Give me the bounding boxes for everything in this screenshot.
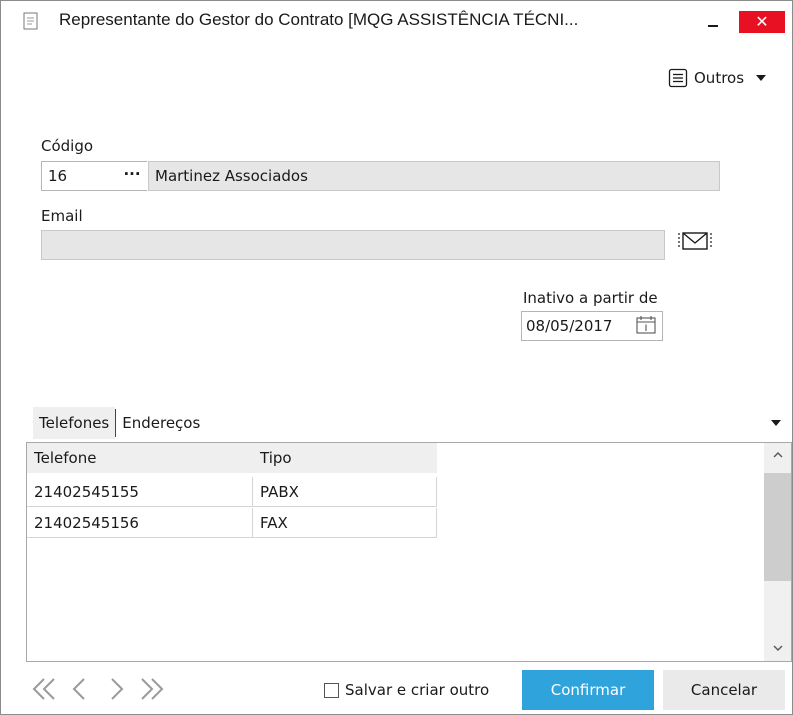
checkbox-label: Salvar e criar outro — [345, 681, 490, 699]
previous-icon[interactable] — [67, 673, 93, 705]
column-header-tipo[interactable]: Tipo — [253, 443, 437, 473]
codigo-name-field: Martinez Associados — [148, 161, 720, 191]
email-field[interactable] — [41, 230, 665, 260]
tabs-dropdown-icon[interactable] — [771, 420, 781, 426]
cancel-button[interactable]: Cancelar — [663, 670, 785, 710]
salvar-criar-outro-checkbox[interactable]: Salvar e criar outro — [324, 681, 489, 699]
scroll-thumb[interactable] — [764, 473, 791, 581]
cell-tipo[interactable]: PABX — [253, 477, 437, 507]
minimize-button[interactable] — [701, 11, 725, 33]
tab-telefones[interactable]: Telefones — [33, 407, 116, 439]
table-row[interactable]: 21402545156 FAX — [27, 508, 437, 538]
email-label: Email — [41, 207, 83, 225]
record-navigation — [31, 673, 165, 705]
codigo-label: Código — [41, 137, 94, 155]
codigo-input[interactable]: 16 — [41, 161, 119, 191]
confirm-button[interactable]: Confirmar — [522, 670, 654, 710]
column-header-telefone[interactable]: Telefone — [27, 443, 253, 473]
close-button[interactable]: ✕ — [739, 11, 785, 33]
scroll-down-icon[interactable] — [772, 642, 784, 654]
table-row[interactable]: 21402545155 PABX — [27, 477, 437, 507]
scroll-up-icon[interactable] — [772, 449, 784, 461]
minimize-icon — [708, 25, 718, 27]
vertical-scrollbar[interactable] — [764, 443, 791, 661]
title-bar: Representante do Gestor do Contrato [MQG… — [1, 1, 792, 41]
envelope-icon[interactable] — [678, 229, 712, 253]
codigo-lookup-button[interactable]: ··· — [117, 161, 147, 191]
list-icon — [668, 68, 688, 88]
tab-enderecos[interactable]: Endereços — [116, 407, 206, 439]
app-icon — [23, 12, 38, 30]
checkbox-box[interactable] — [324, 682, 339, 698]
outros-label: Outros — [694, 69, 745, 87]
grid-header: Telefone Tipo — [27, 443, 437, 473]
next-icon[interactable] — [103, 673, 129, 705]
telefones-grid: Telefone Tipo 21402545155 PABX 214025451… — [26, 442, 792, 662]
calendar-icon[interactable] — [635, 315, 657, 335]
cell-telefone[interactable]: 21402545156 — [27, 508, 253, 538]
tab-strip: Telefones Endereços — [33, 407, 206, 439]
dialog-window: Representante do Gestor do Contrato [MQG… — [0, 0, 793, 715]
first-icon[interactable] — [31, 673, 57, 705]
chevron-down-icon — [756, 75, 767, 81]
inativo-label: Inativo a partir de — [523, 289, 658, 307]
last-icon[interactable] — [139, 673, 165, 705]
window-title: Representante do Gestor do Contrato [MQG… — [59, 10, 579, 29]
outros-menu-button[interactable]: Outros — [668, 67, 767, 89]
cell-telefone[interactable]: 21402545155 — [27, 477, 253, 507]
cell-tipo[interactable]: FAX — [253, 508, 437, 538]
